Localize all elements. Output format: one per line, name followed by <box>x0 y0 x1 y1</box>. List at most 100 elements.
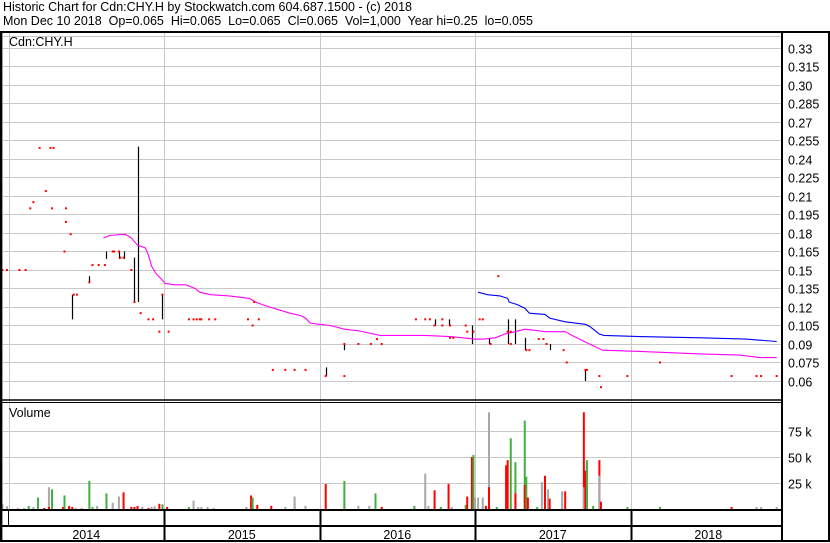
volume-bar <box>543 475 546 509</box>
moving-average-line <box>103 233 777 359</box>
close-point <box>147 318 150 321</box>
volume-bar <box>88 480 91 509</box>
close-point <box>599 386 602 389</box>
volume-bar <box>200 506 203 509</box>
close-point <box>369 342 372 345</box>
close-point <box>565 361 568 364</box>
close-point <box>271 368 274 371</box>
volume-bar <box>111 502 114 509</box>
close-point <box>187 318 190 321</box>
close-point <box>424 318 427 321</box>
close-point <box>509 342 512 345</box>
volume-bar <box>506 460 509 509</box>
volume-bar <box>514 493 517 509</box>
close-point <box>324 375 327 378</box>
volume-tick-label: 50 k <box>788 452 812 466</box>
close-point <box>380 342 383 345</box>
volume-bar <box>130 506 133 509</box>
close-point <box>293 368 296 371</box>
close-point <box>562 349 565 352</box>
price-tick-label: 0.135 <box>788 283 819 297</box>
volume-bar <box>187 506 190 509</box>
volume-bar <box>592 505 595 509</box>
volume-bar <box>477 497 480 509</box>
volume-bar <box>105 493 108 509</box>
price-tick-label: 0.105 <box>788 320 819 334</box>
volume-bar <box>117 496 120 509</box>
volume-bar <box>380 506 383 509</box>
price-tick-label: 0.225 <box>788 172 819 186</box>
close-point <box>414 318 417 321</box>
volume-bar <box>427 505 430 509</box>
close-point <box>343 342 346 345</box>
volume-bar <box>450 506 453 509</box>
close-point <box>152 318 155 321</box>
volume-bar <box>212 507 215 509</box>
volume-bar <box>270 505 273 509</box>
close-point <box>75 293 78 296</box>
volume-bar <box>32 506 35 509</box>
price-tick-label: 0.33 <box>788 43 812 57</box>
close-point <box>97 264 100 267</box>
moving-average-line <box>477 291 777 343</box>
volume-bar <box>206 506 209 509</box>
close-point <box>130 268 133 271</box>
close-point <box>44 190 47 193</box>
price-tick-label: 0.075 <box>788 357 819 371</box>
volume-bar <box>481 497 484 509</box>
price-volume-chart: 0.33 0.315 0.30 0.285 0.27 0.255 0.24 0.225 0.21… <box>0 31 830 542</box>
symbol-label: Cdn:CHY.H <box>9 35 73 49</box>
close-point <box>65 220 68 223</box>
volume-bar <box>256 504 259 509</box>
volume-bar <box>153 506 156 509</box>
close-point <box>113 250 116 253</box>
close-point <box>88 281 91 284</box>
close-point <box>585 368 588 371</box>
volume-bar <box>147 507 150 509</box>
close-point <box>441 318 444 321</box>
close-point <box>69 233 72 236</box>
close-point <box>481 318 484 321</box>
close-point <box>441 324 444 327</box>
close-point <box>284 368 287 371</box>
close-point <box>5 268 8 271</box>
close-point <box>542 338 545 341</box>
close-point <box>119 256 122 259</box>
close-point <box>161 293 164 296</box>
volume-bar <box>374 493 377 509</box>
volume-bar <box>474 497 476 509</box>
volume-bar <box>368 505 371 509</box>
close-point <box>200 318 203 321</box>
close-point <box>509 330 512 333</box>
volume-bar <box>158 503 161 509</box>
close-point <box>214 318 217 321</box>
volume-bar <box>659 506 662 509</box>
close-point <box>246 318 249 321</box>
year-label: 2017 <box>539 528 567 542</box>
volume-bar <box>293 496 296 509</box>
volume-bar <box>509 438 512 509</box>
close-point <box>464 324 467 327</box>
close-point <box>525 349 528 352</box>
volume-bar <box>447 484 450 509</box>
volume-bar <box>161 504 164 509</box>
volume-bar <box>626 506 629 509</box>
volume-bar <box>47 506 50 509</box>
volume-bar <box>68 505 71 509</box>
volume-bar <box>324 484 327 509</box>
volume-bar <box>433 490 436 509</box>
price-tick-label: 0.15 <box>788 265 812 279</box>
volume-bar <box>484 505 487 509</box>
volume-bar <box>150 506 153 509</box>
close-point <box>65 207 68 210</box>
close-point <box>472 330 475 333</box>
close-point <box>24 268 27 271</box>
close-point <box>52 146 55 149</box>
price-tick-label: 0.315 <box>788 61 819 75</box>
volume-bar <box>343 480 346 509</box>
volume-bar <box>133 506 136 509</box>
volume-bar <box>357 505 360 509</box>
close-point <box>449 336 452 339</box>
volume-bar <box>80 507 83 509</box>
volume-bar <box>63 495 66 509</box>
